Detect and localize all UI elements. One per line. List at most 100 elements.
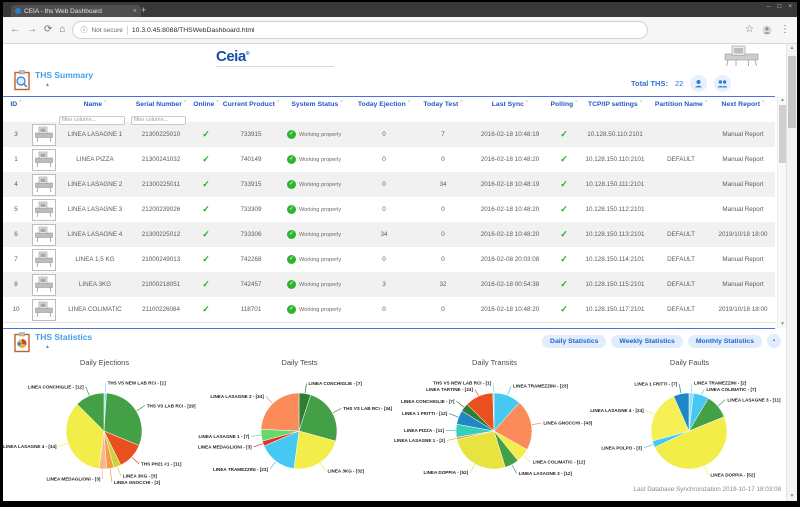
cell-system-status: ✓Working properly	[281, 180, 353, 189]
sort-caret-icon[interactable]: ^	[705, 100, 707, 106]
page-scrollbar[interactable]: ▲▼	[786, 44, 797, 501]
label-leader-line	[270, 462, 276, 470]
pie-chart-area: LINEA LASAGNE 2 - [34]LINEA LASAGNE 1 - …	[202, 369, 397, 493]
label-leader-line	[333, 408, 341, 413]
sort-caret-icon[interactable]: ^	[184, 100, 186, 106]
cell-today-test: 0	[415, 206, 471, 213]
sort-caret-icon[interactable]: ^	[19, 100, 21, 106]
table-row[interactable]: 7LINEA 1,5 KG21000249013✓742268✓Working …	[3, 247, 775, 272]
table-row[interactable]: 10LINEA COLIMATIC21100226084✓118701✓Work…	[3, 297, 775, 322]
pie-slice-label: LINEA TRAMEZZINI - [23]	[213, 467, 268, 472]
column-header-today-ejection[interactable]: Today Ejection^	[353, 97, 415, 108]
sort-caret-icon[interactable]: ^	[104, 100, 106, 106]
users-button[interactable]	[714, 75, 731, 92]
machine-thumbnail	[29, 224, 59, 246]
close-button[interactable]: ×	[788, 4, 792, 11]
pie-slice-label: LINEA POLPO - [3]	[601, 445, 642, 450]
pie-chart-svg: LINEA LASAGNE 2 - [34]LINEA LASAGNE 1 - …	[202, 369, 397, 493]
menu-kebab-icon[interactable]: ⋮	[780, 25, 790, 35]
not-secure-label: Not secure	[91, 27, 122, 34]
sort-caret-icon[interactable]: ^	[216, 100, 218, 106]
summary-collapse-icon[interactable]: ▲	[45, 82, 93, 88]
pie-slice-label: THS PH21 #1 - [11]	[141, 461, 182, 466]
online-check-icon: ✓	[202, 154, 210, 164]
column-header-tcp-ip-settings[interactable]: TCP/IP settings^	[579, 97, 651, 108]
cell-current-product: 742457	[221, 281, 281, 288]
sort-caret-icon[interactable]: ^	[762, 100, 764, 106]
pie-chart-area: LINEA CONCHIGLIE - [12]LINEA LASAGNE 4 -…	[7, 369, 202, 493]
pie-slice-label: LINEA LASAGNE 3 - [11]	[727, 397, 781, 402]
tab-close-icon[interactable]: ×	[133, 8, 137, 15]
sort-caret-icon[interactable]: ^	[277, 100, 279, 106]
column-header-serial-number[interactable]: Serial Number^	[131, 97, 191, 108]
label-leader-line	[691, 383, 692, 392]
column-header-current-product[interactable]: Current Product^	[221, 97, 281, 108]
monthly-statistics-button[interactable]: Monthly Statistics	[688, 335, 762, 348]
label-leader-line	[132, 457, 139, 463]
cell-online: ✓	[191, 179, 221, 190]
statistics-clipboard-icon	[13, 332, 31, 353]
column-header-online[interactable]: Online^	[191, 97, 221, 108]
sort-caret-icon[interactable]: ^	[640, 100, 642, 106]
column-header-system-status[interactable]: System Status^	[281, 97, 353, 108]
forward-icon[interactable]: →	[27, 25, 37, 35]
statistics-collapse-icon[interactable]: ▲	[45, 344, 92, 350]
cell-online: ✓	[191, 204, 221, 215]
daily-statistics-button[interactable]: Daily Statistics	[542, 335, 606, 348]
column-header-name[interactable]: Name^	[59, 97, 131, 108]
filter-cell	[579, 108, 651, 126]
column-header-next-report[interactable]: Next Report^	[711, 97, 775, 108]
serial-filter-input[interactable]	[131, 116, 186, 125]
polling-check-icon: ✓	[560, 279, 568, 289]
column-header-partition-name[interactable]: Partition Name^	[651, 97, 711, 108]
name-filter-input[interactable]	[59, 116, 125, 125]
table-row[interactable]: 4LINEA LASAGNE 221300225011✓733915✓Worki…	[3, 172, 775, 197]
sort-caret-icon[interactable]: ^	[575, 100, 577, 106]
sort-caret-icon[interactable]: ^	[408, 100, 410, 106]
column-header-id[interactable]: ID^	[3, 97, 29, 108]
page-scrollbar-thumb[interactable]	[788, 56, 796, 128]
machine-image	[32, 124, 56, 146]
table-scrollbar-thumb[interactable]	[779, 105, 786, 163]
table-row[interactable]: 5LINEA LASAGNE 321200239026✓733309✓Worki…	[3, 197, 775, 222]
column-header-today-test[interactable]: Today Test^	[415, 97, 471, 108]
cell-current-product: 733915	[221, 181, 281, 188]
table-row[interactable]: 8LINEA 3KG21000218051✓742457✓Working pro…	[3, 272, 775, 297]
pie-slice-label: LINEA LASAGNE 1 - [7]	[198, 434, 249, 439]
new-tab-button[interactable]: +	[141, 6, 146, 15]
statistics-more-button[interactable]: ▪	[767, 334, 781, 348]
sort-caret-icon[interactable]: ^	[460, 100, 462, 106]
label-leader-line	[86, 387, 90, 396]
cell-current-product: 742268	[221, 256, 281, 263]
user-button[interactable]	[690, 75, 707, 92]
online-check-icon: ✓	[202, 129, 210, 139]
cell-current-product: 733309	[221, 206, 281, 213]
status-ok-icon: ✓	[287, 280, 296, 289]
polling-check-icon: ✓	[560, 304, 568, 314]
address-bar[interactable]: ⓘ Not secure 10.3.0.45:8088/THSWebDashbo…	[72, 21, 648, 39]
sort-caret-icon[interactable]: ^	[340, 100, 342, 106]
machine-image	[32, 274, 56, 296]
cell-name: LINEA 1,5 KG	[59, 256, 131, 263]
sort-caret-icon[interactable]: ^	[526, 100, 528, 106]
table-row[interactable]: 1LINEA PIZZA21300241032✓740149✓Working p…	[3, 147, 775, 172]
weekly-statistics-button[interactable]: Weekly Statistics	[611, 335, 682, 348]
table-row[interactable]: 6LINEA LASAGNE 421300225012✓733306✓Worki…	[3, 222, 775, 247]
total-ths-value: 22	[675, 79, 683, 88]
cell-polling: ✓	[549, 229, 579, 240]
column-header-last-sync[interactable]: Last Sync^	[471, 97, 549, 108]
polling-check-icon: ✓	[560, 254, 568, 264]
maximize-button[interactable]: □	[777, 4, 781, 11]
cell-system-status: ✓Working properly	[281, 130, 353, 139]
cell-last-sync: 2016-02-18 10:48:19	[471, 181, 549, 188]
browser-tab[interactable]: CEIA - ths Web Dashboard ×	[11, 5, 141, 17]
column-header-polling[interactable]: Polling^	[549, 97, 579, 108]
chart-daily-transits: Daily TransitsTHS VS NEW LAB RCI - [1]LI…	[397, 358, 592, 493]
back-icon[interactable]: ←	[10, 25, 20, 35]
bookmark-star-icon[interactable]: ☆	[745, 25, 754, 35]
info-icon[interactable]: ⓘ	[80, 25, 87, 35]
reload-icon[interactable]: ⟳	[44, 25, 52, 35]
minimize-button[interactable]: –	[767, 4, 771, 11]
profile-avatar-icon[interactable]	[762, 25, 772, 35]
home-icon[interactable]: ⌂	[59, 25, 65, 35]
